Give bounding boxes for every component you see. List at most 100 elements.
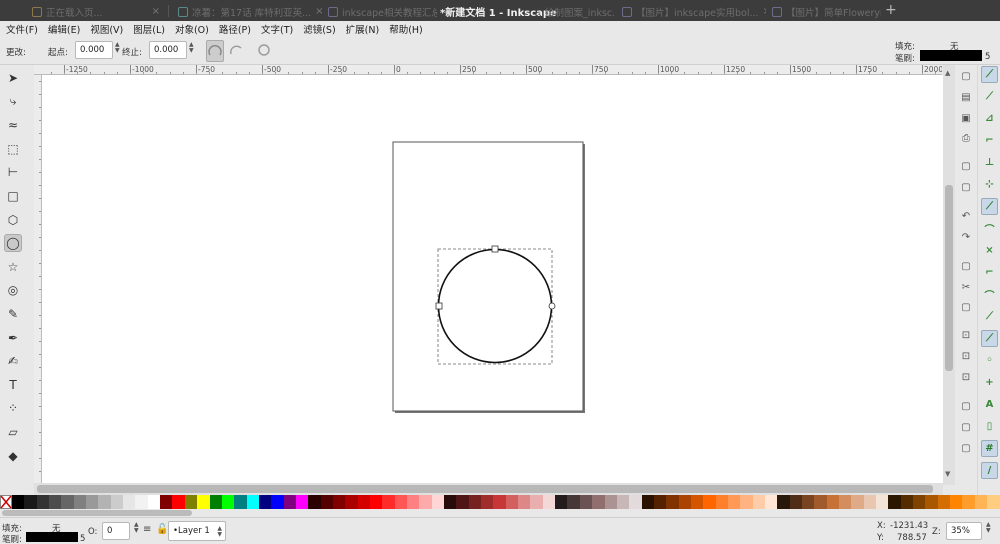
- palette-swatch[interactable]: [950, 495, 963, 509]
- menu-filters[interactable]: 滤镜(S): [303, 22, 335, 36]
- palette-swatch[interactable]: [332, 495, 346, 509]
- scroll-up-icon[interactable]: ▲: [945, 69, 950, 77]
- palette-swatch[interactable]: [49, 495, 62, 509]
- palette-swatch[interactable]: [86, 495, 99, 509]
- menu-object[interactable]: 对象(O): [175, 22, 209, 36]
- palette-swatch[interactable]: [740, 495, 753, 509]
- palette-swatch[interactable]: [271, 495, 284, 509]
- snap-path-intersection-toggle[interactable]: ⨯: [981, 242, 998, 259]
- vertical-scroll-thumb[interactable]: [945, 185, 953, 371]
- palette-swatch[interactable]: [851, 495, 864, 509]
- snap-bbox-corner-toggle[interactable]: ⌐: [981, 132, 998, 149]
- cut-button[interactable]: ✂: [959, 280, 973, 294]
- snap-bbox-edge-toggle[interactable]: ⊿: [981, 110, 998, 127]
- palette-swatch[interactable]: [172, 495, 185, 509]
- arc-open-button[interactable]: [228, 40, 246, 62]
- palette-swatch[interactable]: [839, 495, 852, 509]
- tab-close-icon[interactable]: ×: [315, 6, 322, 17]
- snap-enable-toggle[interactable]: ⟋: [981, 66, 998, 83]
- palette-swatch[interactable]: [419, 495, 432, 509]
- duplicate-button[interactable]: ▢: [959, 399, 973, 413]
- palette-swatch[interactable]: [308, 495, 321, 509]
- opacity-input[interactable]: 0: [102, 522, 130, 540]
- snap-nodes-toggle[interactable]: ⟋: [981, 198, 998, 215]
- palette-swatch[interactable]: [727, 495, 741, 509]
- snap-bbox-midpoint-toggle[interactable]: ⊥: [981, 154, 998, 171]
- ellipse-ry-handle[interactable]: [491, 245, 499, 253]
- menu-help[interactable]: 帮助(H): [389, 22, 423, 36]
- make-whole-button[interactable]: [256, 40, 274, 62]
- palette-swatch[interactable]: [221, 495, 235, 509]
- palette-swatch[interactable]: [369, 495, 383, 509]
- import-button[interactable]: ▢: [959, 159, 973, 173]
- palette-swatch[interactable]: [135, 495, 148, 509]
- snap-others-toggle[interactable]: ⟋: [981, 330, 998, 347]
- vertical-ruler[interactable]: [34, 75, 42, 483]
- palette-scroll-thumb[interactable]: [2, 510, 192, 516]
- save-button[interactable]: ▣: [959, 111, 973, 125]
- palette-swatch[interactable]: [197, 495, 210, 509]
- text-tool-button[interactable]: T: [4, 376, 22, 394]
- drawing-canvas[interactable]: [42, 75, 943, 483]
- zoom-stepper[interactable]: ▲ ▼: [986, 522, 991, 534]
- horizontal-scroll-thumb[interactable]: [37, 485, 933, 493]
- pencil-tool-button[interactable]: ✎: [4, 305, 22, 323]
- palette-swatch[interactable]: [123, 495, 136, 509]
- palette-swatch[interactable]: [12, 495, 25, 509]
- palette-swatch[interactable]: [616, 495, 630, 509]
- palette-swatch[interactable]: [444, 495, 457, 509]
- browser-tab[interactable]: ...绘制图案_inksc...: [530, 2, 614, 21]
- palette-swatch[interactable]: [789, 495, 802, 509]
- palette-swatch[interactable]: [73, 495, 87, 509]
- layer-selector[interactable]: •Layer 1 ▲ ▼: [168, 521, 226, 541]
- palette-swatch[interactable]: [641, 495, 654, 509]
- clone-button[interactable]: ▢: [959, 420, 973, 434]
- calligraphy-tool-button[interactable]: ✍: [4, 352, 22, 370]
- star-tool-button[interactable]: ☆: [4, 258, 22, 276]
- snap-object-center-toggle[interactable]: ◦: [981, 352, 998, 369]
- palette-swatch[interactable]: [345, 495, 358, 509]
- palette-swatch[interactable]: [715, 495, 728, 509]
- stroke-swatch[interactable]: [920, 50, 982, 61]
- palette-swatch[interactable]: [160, 495, 173, 509]
- menu-text[interactable]: 文字(T): [261, 22, 293, 36]
- palette-swatch[interactable]: [542, 495, 556, 509]
- palette-swatch[interactable]: [888, 495, 901, 509]
- browser-tab[interactable]: 正在载入页... ×: [26, 2, 166, 21]
- palette-swatch[interactable]: [777, 495, 790, 509]
- lock-icon[interactable]: 🔓: [156, 524, 168, 535]
- copy-button[interactable]: ▢: [959, 259, 973, 273]
- palette-swatch[interactable]: [36, 495, 50, 509]
- palette-swatch[interactable]: [653, 495, 667, 509]
- palette-swatch[interactable]: [987, 495, 1000, 509]
- menu-edit[interactable]: 编辑(E): [48, 22, 80, 36]
- scroll-down-icon[interactable]: ▼: [945, 470, 950, 478]
- palette-swatch[interactable]: [678, 495, 691, 509]
- palette-swatch[interactable]: [826, 495, 840, 509]
- spiral-tool-button[interactable]: ◎: [4, 281, 22, 299]
- open-button[interactable]: ▤: [959, 90, 973, 104]
- palette-swatch[interactable]: [481, 495, 494, 509]
- snap-bbox-center-toggle[interactable]: ⊹: [981, 176, 998, 193]
- palette-swatch[interactable]: [382, 495, 395, 509]
- palette-swatch[interactable]: [937, 495, 951, 509]
- palette-swatch[interactable]: [814, 495, 827, 509]
- ellipse-rx-handle[interactable]: [435, 302, 443, 310]
- zoom-drawing-button[interactable]: ⊡: [959, 349, 973, 363]
- snap-paths-toggle[interactable]: ⌒: [981, 220, 998, 237]
- snap-page-border-toggle[interactable]: ▯: [981, 418, 998, 435]
- status-stroke-swatch[interactable]: [26, 532, 78, 542]
- palette-swatch[interactable]: [518, 495, 531, 509]
- browser-tab[interactable]: 【图片】inkscape实用bol... ×: [616, 2, 766, 21]
- layer-toggle-icon[interactable]: ≡: [143, 524, 151, 535]
- menu-file[interactable]: 文件(F): [6, 22, 38, 36]
- palette-swatch[interactable]: [567, 495, 580, 509]
- new-tab-icon[interactable]: +: [885, 2, 897, 18]
- palette-swatch[interactable]: [876, 495, 889, 509]
- eraser-tool-button[interactable]: ▱: [4, 423, 22, 441]
- palette-swatch[interactable]: [604, 495, 617, 509]
- snap-bbox-toggle[interactable]: ⟋: [981, 88, 998, 105]
- palette-swatch[interactable]: [357, 495, 370, 509]
- start-angle-stepper[interactable]: ▲ ▼: [115, 42, 120, 54]
- palette-swatch[interactable]: [802, 495, 815, 509]
